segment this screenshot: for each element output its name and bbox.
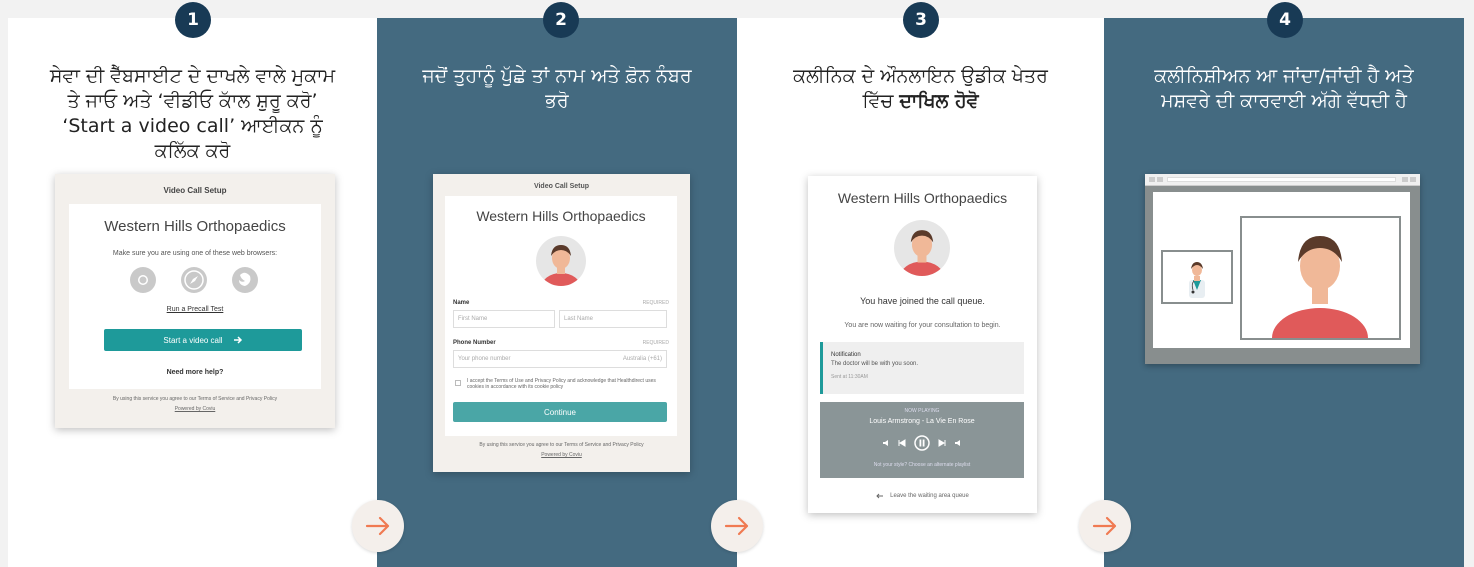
need-help-link[interactable]: Need more help? <box>69 369 321 376</box>
video-call-setup-card: Video Call Setup Western Hills Orthopaed… <box>55 174 335 428</box>
window-dot-icon <box>1149 177 1155 182</box>
consent-text: I accept the Terms of Use and Privacy Po… <box>467 378 656 390</box>
arrow-right-icon <box>365 516 390 536</box>
clinic-name: Western Hills Orthopaedics <box>476 208 646 224</box>
step-1-badge: 1 <box>175 2 211 38</box>
phone-input[interactable]: Your phone number Australia (+61) <box>453 350 667 368</box>
safari-icon <box>181 267 207 293</box>
start-video-call-button[interactable]: Start a video call <box>104 329 302 351</box>
step-4-text: ਕਲੀਨਿਸ਼ੀਅਨ ਆ ਜਾਂਦਾ/ਜਾਂਦੀ ਹੈ ਅਤੇ ਮਸ਼ਵਰੇ ਦ… <box>1154 65 1414 112</box>
card-footer: By using this service you agree to our T… <box>479 442 644 448</box>
precall-test-link[interactable]: Run a Precall Test <box>69 306 321 313</box>
country-select[interactable]: Australia (+61) <box>623 356 662 362</box>
next-step-3-button[interactable] <box>1079 500 1131 552</box>
step-3-badge: 3 <box>903 2 939 38</box>
track-title: Louis Armstrong - La Vie En Rose <box>869 418 975 425</box>
step-2-panel: ਜਦੋਂ ਤੁਹਾਨੂੰ ਪੁੱਛੇ ਤਾਂ ਨਾਮ ਅਤੇ ਫ਼ੋਨ ਨੰਬਰ… <box>377 18 737 567</box>
notification-time: Sent at 11:30AM <box>831 374 868 380</box>
window-dot-icon <box>1402 177 1408 182</box>
step-1-text: ਸੇਵਾ ਦੀ ਵੈੱਬਸਾਈਟ ਦੇ ਦਾਖਲੇ ਵਾਲੇ ਮੁਕਾਮ ਤੇ … <box>49 65 336 162</box>
powered-by: Powered by Coviu <box>174 406 216 412</box>
patient-video-feed <box>1240 216 1401 340</box>
step-3-text: ਕਲੀਨਿਕ ਦੇ ਔਨਲਾਇਨ ਉਡੀਕ ਖੇਤਰ ਵਿੱਚ ਦਾਖਿਲ ਹੋ… <box>737 64 1104 114</box>
notification-box: Notification The doctor will be with you… <box>820 342 1024 394</box>
chrome-icon <box>130 267 156 293</box>
clinic-name: Western Hills Orthopaedics <box>104 218 286 235</box>
joined-queue-text: You have joined the call queue. <box>860 296 985 306</box>
arrow-left-icon <box>876 493 884 499</box>
card-inner: Western Hills Orthopaedics Name REQUIRED… <box>445 196 677 436</box>
card-header: Video Call Setup <box>533 183 590 190</box>
consent-checkbox[interactable] <box>455 380 461 386</box>
firefox-icon <box>232 267 258 293</box>
arrow-right-icon <box>724 516 749 536</box>
notification-title: Notification <box>831 352 861 358</box>
person-icon <box>899 230 945 276</box>
waiting-text: You are now waiting for your consultatio… <box>844 322 1001 329</box>
patient-avatar <box>894 220 950 276</box>
playlist-note[interactable]: Not your style? Choose an alternate play… <box>820 462 1024 468</box>
step-2-badge: 2 <box>543 2 579 38</box>
patient-avatar <box>536 236 586 286</box>
card-header: Video Call Setup <box>163 186 227 195</box>
card-footer: By using this service you agree to our T… <box>112 396 278 402</box>
step-1-panel: ਸੇਵਾ ਦੀ ਵੈੱਬਸਾਈਟ ਦੇ ਦਾਖਲੇ ਵਾਲੇ ਮੁਕਾਮ ਤੇ … <box>8 18 377 567</box>
waiting-area-card: Western Hills Orthopaedics You have join… <box>808 176 1037 513</box>
window-titlebar <box>1145 174 1420 186</box>
person-icon <box>541 245 581 286</box>
player-controls <box>882 434 962 452</box>
name-label: Name <box>453 300 470 306</box>
video-call-window <box>1145 174 1420 364</box>
step-3-panel: ਕਲੀਨਿਕ ਦੇ ਔਨਲਾਇਨ ਉਡੀਕ ਖੇਤਰ ਵਿੱਚ ਦਾਖਿਲ ਹੋ… <box>737 18 1104 567</box>
volume-down-icon[interactable] <box>882 439 890 447</box>
person-icon <box>1272 236 1368 338</box>
powered-by: Powered by Coviu <box>541 452 582 458</box>
clinician-thumbnail <box>1161 250 1233 304</box>
phone-required: REQUIRED <box>642 340 669 346</box>
step-3-text-bold: ਦਾਖਿਲ ਹੋਵੋ <box>899 90 979 112</box>
leave-queue-link[interactable]: Leave the waiting area queue <box>808 492 1037 500</box>
contact-details-card: Video Call Setup Western Hills Orthopaed… <box>433 174 690 472</box>
card-inner: Western Hills Orthopaedics Make sure you… <box>69 204 321 389</box>
next-step-1-button[interactable] <box>352 500 404 552</box>
step-4-badge: 4 <box>1267 2 1303 38</box>
now-playing-label: NOW PLAYING <box>904 408 940 414</box>
pause-icon[interactable] <box>914 435 930 451</box>
arrow-right-icon <box>1092 516 1117 536</box>
next-icon[interactable] <box>938 439 946 447</box>
notification-text: The doctor will be with you soon. <box>831 361 919 367</box>
arrow-right-icon <box>233 336 242 344</box>
first-name-input[interactable]: First Name <box>453 310 555 328</box>
doctor-icon <box>1189 262 1205 298</box>
phone-placeholder: Your phone number <box>458 356 511 362</box>
next-step-2-button[interactable] <box>711 500 763 552</box>
music-player: NOW PLAYING Louis Armstrong - La Vie En … <box>820 402 1024 478</box>
step-4-panel: ਕਲੀਨਿਸ਼ੀਅਨ ਆ ਜਾਂਦਾ/ਜਾਂਦੀ ਹੈ ਅਤੇ ਮਸ਼ਵਰੇ ਦ… <box>1104 18 1464 567</box>
phone-label: Phone Number <box>453 340 496 346</box>
window-dot-icon <box>1157 177 1163 182</box>
browser-icons <box>129 266 259 296</box>
step-2-text: ਜਦੋਂ ਤੁਹਾਨੂੰ ਪੁੱਛੇ ਤਾਂ ਨਾਮ ਅਤੇ ਫ਼ੋਨ ਨੰਬਰ… <box>422 65 692 112</box>
leave-queue-label: Leave the waiting area queue <box>890 493 969 499</box>
window-dot-icon <box>1410 177 1416 182</box>
clinic-name: Western Hills Orthopaedics <box>837 190 1008 206</box>
name-required: REQUIRED <box>642 300 669 306</box>
continue-button[interactable]: Continue <box>453 402 667 422</box>
start-video-call-label: Start a video call <box>163 335 223 345</box>
address-bar <box>1167 177 1396 182</box>
steps-infographic: ਸੇਵਾ ਦੀ ਵੈੱਬਸਾਈਟ ਦੇ ਦਾਖਲੇ ਵਾਲੇ ਮੁਕਾਮ ਤੇ … <box>0 0 1474 567</box>
previous-icon[interactable] <box>898 439 906 447</box>
browsers-note: Make sure you are using one of these web… <box>112 250 278 257</box>
last-name-input[interactable]: Last Name <box>559 310 667 328</box>
volume-up-icon[interactable] <box>954 439 962 447</box>
